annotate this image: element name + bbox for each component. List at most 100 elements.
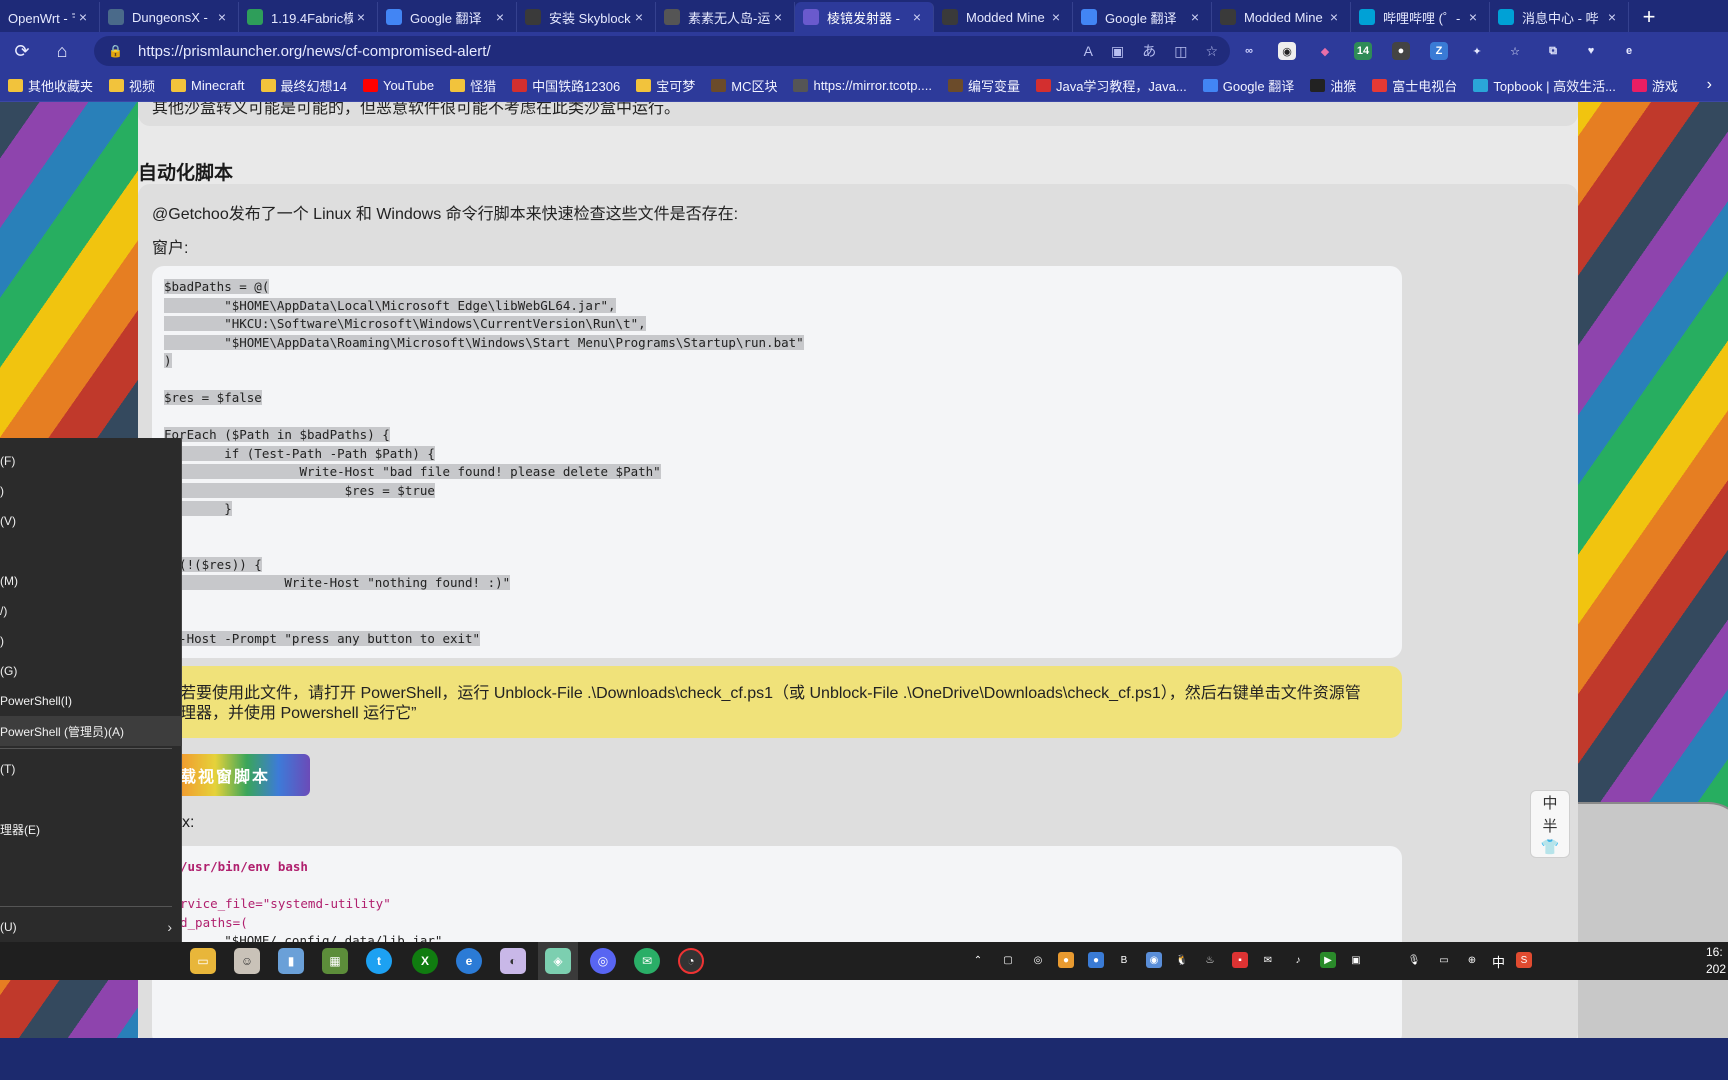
performance-icon[interactable]: ◔	[678, 948, 704, 974]
cat-extension-icon[interactable]: ◆	[1316, 42, 1334, 60]
tab-3[interactable]: Google 翻译 ×	[378, 2, 517, 32]
tab-4[interactable]: 安装 Skyblock ×	[517, 2, 656, 32]
shield-14-icon[interactable]: 14	[1354, 42, 1372, 60]
tray-orange-icon[interactable]: ●	[1058, 952, 1074, 968]
file-explorer-icon[interactable]: ▭	[190, 948, 216, 974]
url-input[interactable]: 🔒 https://prismlauncher.org/news/cf-comp…	[94, 36, 1230, 66]
bookmark-item[interactable]: 游戏	[1631, 76, 1678, 95]
tray-app-icon[interactable]: ▣	[1348, 952, 1364, 968]
tray-play-icon[interactable]: ▶	[1320, 952, 1336, 968]
tray-red-app-icon[interactable]: ▪	[1232, 952, 1248, 968]
tray-window-icon[interactable]: ▢	[1000, 952, 1016, 968]
bookmark-item[interactable]: 宝可梦	[636, 76, 695, 95]
bookmark-item[interactable]: YouTube	[362, 78, 434, 93]
prism-launcher-icon[interactable]: ◈	[545, 948, 571, 974]
context-menu-item[interactable]: (F)	[0, 446, 182, 476]
close-icon[interactable]: ×	[770, 9, 786, 25]
tab-1[interactable]: DungeonsX - ×	[100, 2, 239, 32]
bookmark-item[interactable]: 视频	[109, 76, 155, 95]
network-icon[interactable]: ⊕	[1464, 952, 1480, 968]
tab-2[interactable]: 1.19.4Fabric模 ×	[239, 2, 378, 32]
sogou-icon[interactable]: S	[1516, 952, 1532, 968]
tray-steam-icon[interactable]: ♨	[1202, 952, 1218, 968]
tab-11[interactable]: 消息中心 - 哔 ×	[1490, 2, 1629, 32]
context-menu-item[interactable]	[0, 536, 182, 566]
windows-code-block[interactable]: $badPaths = @( "$HOME\AppData\Local\Micr…	[152, 266, 1402, 658]
bookmark-item[interactable]: 最终幻想14	[260, 76, 347, 95]
browser-essentials-icon[interactable]: ♥	[1582, 42, 1600, 60]
tab-0[interactable]: OpenWrt - 节×	[0, 2, 100, 32]
ime-chinese-mode[interactable]: 中	[1542, 792, 1557, 813]
tab-8[interactable]: Google 翻译 ×	[1073, 2, 1212, 32]
tray-discord-icon[interactable]: ◎	[1030, 952, 1046, 968]
close-icon[interactable]: ×	[75, 9, 91, 25]
tray-wechat-icon[interactable]: ✉	[1260, 952, 1276, 968]
ime-skin-icon[interactable]: 👕	[1541, 838, 1560, 856]
twitter-icon[interactable]: t	[366, 948, 392, 974]
home-icon[interactable]: ⌂	[44, 36, 80, 66]
close-icon[interactable]: ×	[1048, 9, 1064, 25]
bookmark-item[interactable]: Topbook | 高效生活...	[1473, 76, 1616, 95]
battery-app-icon[interactable]: ▮	[278, 948, 304, 974]
context-menu-item[interactable]: PowerShell (管理员)(A)	[0, 716, 182, 746]
discord-icon[interactable]: ◎	[590, 948, 616, 974]
split-screen-icon[interactable]: ◫	[1174, 43, 1187, 60]
tab-6[interactable]: 棱镜发射器 - ×	[795, 2, 934, 32]
close-icon[interactable]: ×	[1604, 9, 1620, 25]
bookmark-item[interactable]: 其他收藏夹	[8, 76, 93, 95]
ime-floating-bar[interactable]: 中 半 👕	[1530, 790, 1570, 858]
tray-chrome-icon[interactable]: ◉	[1146, 952, 1162, 968]
infinity-icon[interactable]: ∞	[1240, 42, 1258, 60]
monitor-icon[interactable]: ▭	[1436, 952, 1452, 968]
minecraft-icon[interactable]: ▦	[322, 948, 348, 974]
close-icon[interactable]: ×	[214, 9, 230, 25]
context-menu-item[interactable]: (V)	[0, 506, 182, 536]
bookmark-item[interactable]: 油猴	[1310, 76, 1356, 95]
tab-7[interactable]: Modded Mine ×	[934, 2, 1073, 32]
context-menu-item[interactable]	[0, 784, 182, 814]
collections-icon[interactable]: ⧉	[1544, 42, 1562, 60]
chevron-right-icon[interactable]: ›	[1707, 76, 1712, 94]
bookmark-item[interactable]: Minecraft	[171, 78, 245, 93]
read-aloud-icon[interactable]: A	[1084, 43, 1093, 59]
bookmark-item[interactable]: MC区块	[711, 76, 777, 95]
z-extension-icon[interactable]: Z	[1430, 42, 1448, 60]
bookmark-item[interactable]: 编写变量	[947, 76, 1020, 95]
app-purple-icon[interactable]: ◐	[500, 948, 526, 974]
favorites-icon[interactable]: ☆	[1506, 42, 1524, 60]
tray-qq-icon[interactable]: 🐧	[1174, 952, 1190, 968]
ime-halfwidth-mode[interactable]: 半	[1542, 815, 1557, 836]
puzzle-icon[interactable]: ✦	[1468, 42, 1486, 60]
tab-5[interactable]: 素素无人岛-运 ×	[656, 2, 795, 32]
close-icon[interactable]: ×	[1187, 9, 1203, 25]
close-icon[interactable]: ×	[1326, 9, 1342, 25]
tab-10[interactable]: 哔哩哔哩 (゜- ×	[1351, 2, 1490, 32]
bookmark-item[interactable]: https://mirror.tcotp....	[793, 78, 932, 93]
xbox-icon[interactable]: X	[412, 948, 438, 974]
context-menu-item[interactable]: (T)	[0, 754, 182, 784]
microphone-icon[interactable]: 🎙	[1406, 952, 1422, 968]
bookmark-item[interactable]: 富士电视台	[1372, 76, 1457, 95]
ime-language-indicator[interactable]: 中	[1492, 952, 1505, 971]
bookmark-item[interactable]: Java学习教程，Java...	[1035, 76, 1187, 95]
edge-sidebar-icon[interactable]: e	[1620, 42, 1638, 60]
close-icon[interactable]: ×	[1465, 9, 1481, 25]
lock-icon[interactable]: 🔒	[108, 44, 123, 58]
favorite-star-icon[interactable]: ☆	[1205, 43, 1218, 60]
chevron-up-icon[interactable]: ⌃	[970, 952, 986, 968]
cursor-extension-icon[interactable]: ●	[1392, 42, 1410, 60]
context-menu-item[interactable]: )	[0, 626, 182, 656]
tray-b-icon[interactable]: B	[1116, 952, 1132, 968]
wechat-icon[interactable]: ✉	[634, 948, 660, 974]
system-clock[interactable]: 16: 202	[1706, 944, 1728, 978]
close-icon[interactable]: ×	[909, 9, 925, 25]
extension-face-icon[interactable]: ◉	[1278, 42, 1296, 60]
close-icon[interactable]: ×	[353, 9, 369, 25]
close-icon[interactable]: ×	[492, 9, 508, 25]
translate-icon[interactable]: あ	[1142, 41, 1156, 61]
edge-dev-icon[interactable]: e	[456, 948, 482, 974]
immersive-reader-icon[interactable]: ▣	[1111, 43, 1124, 60]
context-menu-item[interactable]: (U) ›	[0, 912, 182, 942]
bookmark-item[interactable]: Google 翻译	[1202, 76, 1294, 95]
volume-icon[interactable]: ♪	[1290, 952, 1306, 968]
